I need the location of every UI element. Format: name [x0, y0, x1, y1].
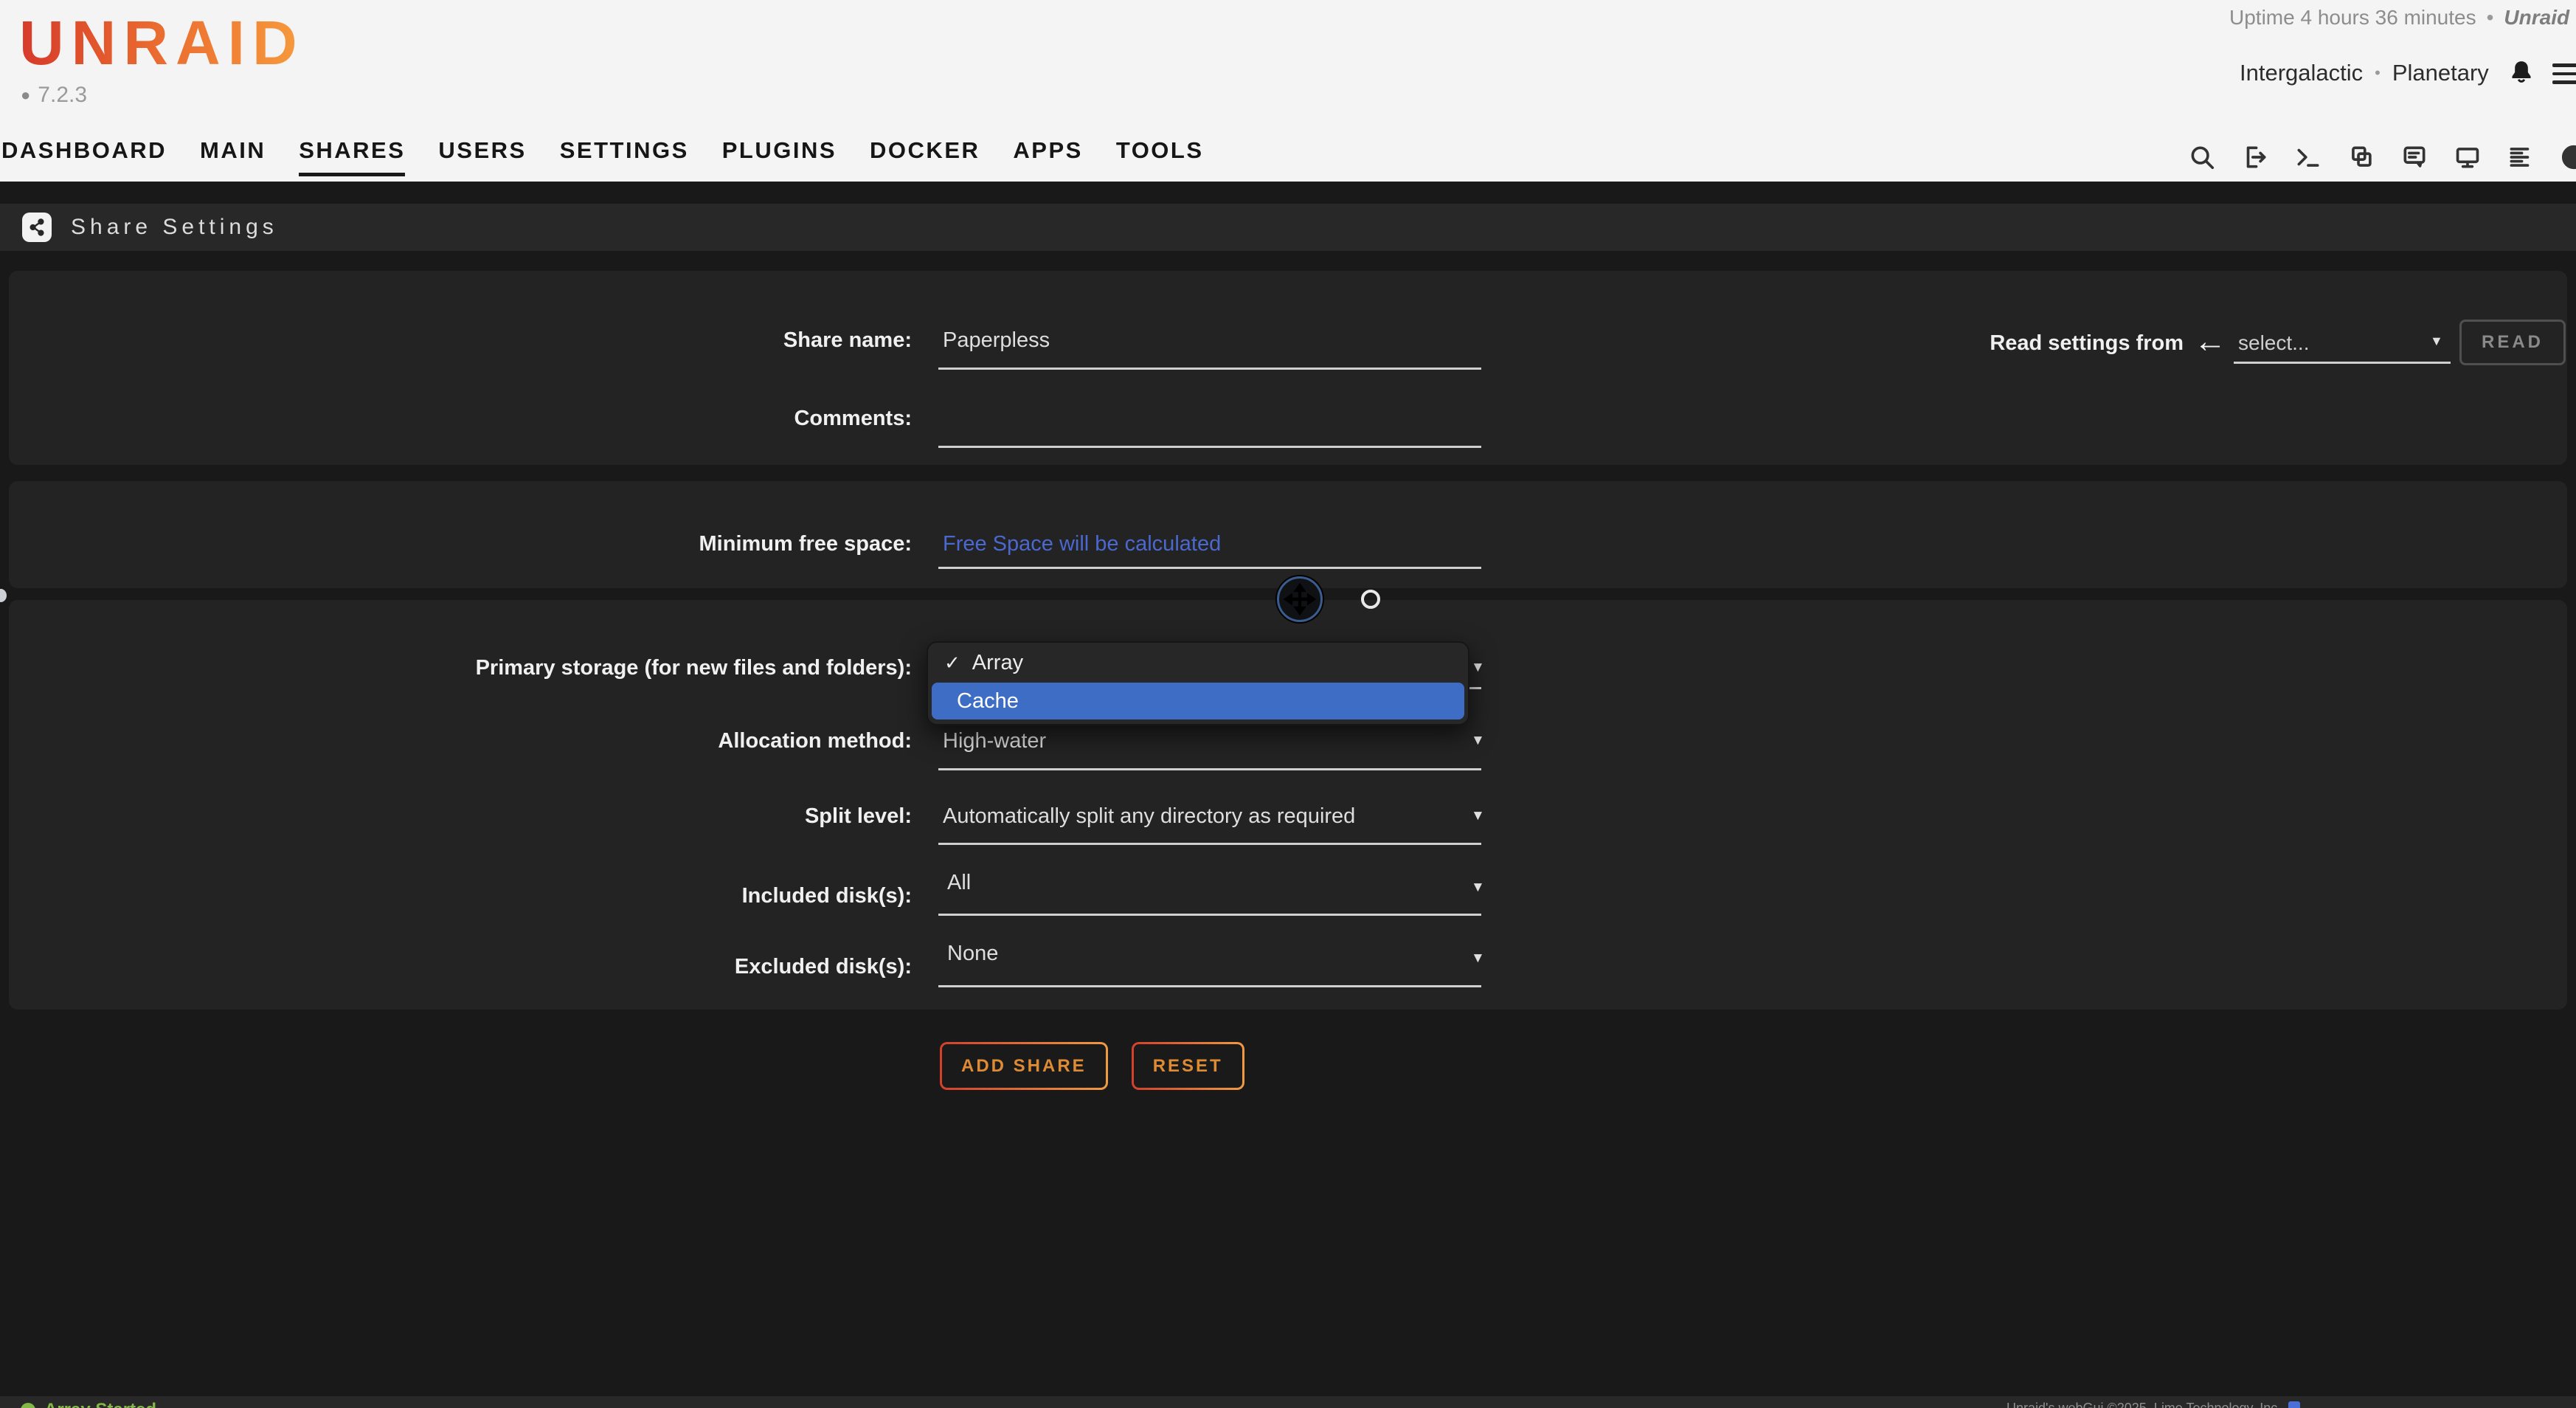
theme-icon[interactable] [2560, 143, 2576, 171]
allocation-method-label: Allocation method: [27, 728, 912, 754]
reset-button[interactable]: RESET [1132, 1042, 1244, 1090]
status-dot-icon [21, 1403, 35, 1408]
main-nav: DASHBOARD MAIN SHARES USERS SETTINGS PLU… [1, 137, 1204, 176]
read-button[interactable]: READ [2459, 320, 2566, 365]
nav-settings[interactable]: SETTINGS [560, 137, 689, 176]
split-level-underline [938, 843, 1481, 845]
reset-button-label: RESET [1134, 1044, 1242, 1088]
click-ring-overlay [1361, 590, 1380, 609]
option-cache-label: Cache [957, 689, 1019, 714]
nav-tools[interactable]: TOOLS [1116, 137, 1204, 176]
copyright-label: Unraid's webGui ©2025, Lime Technology, … [2007, 1401, 2281, 1408]
copy-icon[interactable] [2347, 143, 2375, 171]
nav-shares[interactable]: SHARES [299, 137, 405, 176]
allocation-method-underline [938, 768, 1481, 770]
version-badge: ● 7.2.3 [21, 83, 87, 108]
primary-storage-label: Primary storage (for new files and folde… [27, 655, 912, 681]
primary-storage-dropdown: ✓ Array Cache [927, 641, 1469, 725]
form-actions: ADD SHARE RESET [940, 1042, 1244, 1090]
separator-dot: • [2375, 63, 2381, 83]
unraid-logo[interactable]: UNRAID [19, 7, 305, 79]
page-title: Share Settings [71, 215, 278, 240]
nav-users[interactable]: USERS [438, 137, 526, 176]
nav-docker[interactable]: DOCKER [870, 137, 980, 176]
server-name: Intergalactic [2240, 60, 2363, 86]
back-arrow-icon: ← [2194, 323, 2226, 360]
option-array[interactable]: ✓ Array [928, 643, 1468, 683]
share-name-input[interactable]: Paperpless [943, 327, 1050, 353]
share-page-icon[interactable] [22, 213, 52, 242]
version-label: 7.2.3 [38, 83, 87, 108]
array-status[interactable]: Array Started [21, 1400, 156, 1408]
option-array-label: Array [972, 651, 1023, 675]
log-icon[interactable] [2507, 143, 2535, 171]
comments-underline [938, 446, 1481, 448]
nav-utility-icons [2188, 143, 2576, 171]
add-share-button-label: ADD SHARE [942, 1044, 1106, 1088]
chevron-down-icon: ▼ [1471, 803, 1485, 829]
share-name-underline [938, 367, 1481, 370]
excluded-disks-label: Excluded disk(s): [27, 953, 912, 980]
read-settings-select[interactable]: select... [2238, 331, 2309, 355]
server-description: Planetary [2392, 60, 2489, 86]
nav-plugins[interactable]: PLUGINS [722, 137, 837, 176]
screen-edge-marker [0, 589, 7, 602]
min-free-space-input[interactable]: Free Space will be calculated [943, 531, 1221, 557]
copyright-text: Unraid's webGui ©2025, Lime Technology, … [2007, 1401, 2300, 1408]
nav-dashboard[interactable]: DASHBOARD [1, 137, 167, 176]
share-name-label: Share name: [27, 327, 912, 353]
terminal-icon[interactable] [2294, 143, 2322, 171]
search-icon[interactable] [2188, 143, 2216, 171]
split-level-select[interactable]: Automatically split any directory as req… [943, 803, 1355, 829]
chevron-down-icon: ▼ [1471, 874, 1485, 901]
logout-icon[interactable] [2241, 143, 2269, 171]
excluded-disks-select[interactable]: None [947, 940, 998, 967]
array-status-label: Array Started [44, 1400, 156, 1408]
notifications-bell-icon[interactable] [2507, 58, 2536, 89]
separator-dot: • [2487, 6, 2494, 29]
allocation-method-select[interactable]: High-water [943, 728, 1046, 754]
excluded-disks-underline [938, 985, 1481, 987]
min-free-space-label: Minimum free space: [27, 531, 912, 557]
page-toolbar: Share Settings [0, 204, 2576, 251]
chevron-down-icon: ▼ [2430, 334, 2443, 349]
move-cursor-overlay [1277, 576, 1323, 622]
chevron-down-icon: ▼ [1471, 728, 1485, 754]
chevron-down-icon: ▼ [1471, 655, 1485, 681]
unraid-share-settings-screen: UNRAID ● 7.2.3 Uptime 4 hours 36 minutes… [0, 0, 2576, 1408]
lime-technology-icon [2288, 1401, 2300, 1408]
nav-main[interactable]: MAIN [200, 137, 266, 176]
feedback-icon[interactable] [2400, 143, 2428, 171]
option-cache[interactable]: Cache [932, 683, 1464, 719]
version-dot-icon: ● [21, 86, 30, 105]
comments-label: Comments: [27, 405, 912, 432]
app-header: UNRAID ● 7.2.3 Uptime 4 hours 36 minutes… [0, 0, 2576, 182]
min-free-space-underline [938, 567, 1481, 569]
server-identity: Intergalactic • Planetary [2240, 58, 2536, 89]
split-level-label: Split level: [27, 803, 912, 829]
nav-apps[interactable]: APPS [1013, 137, 1082, 176]
uptime-line: Uptime 4 hours 36 minutes • Unraid OS Star… [2229, 6, 2576, 30]
read-settings-label: Read settings from [1800, 330, 2184, 356]
included-disks-select[interactable]: All [947, 869, 971, 896]
monitor-icon[interactable] [2454, 143, 2482, 171]
uptime-text: Uptime 4 hours 36 minutes [2229, 6, 2476, 29]
included-disks-underline [938, 914, 1481, 916]
add-share-button[interactable]: ADD SHARE [940, 1042, 1108, 1090]
hamburger-menu-icon[interactable] [2552, 63, 2576, 89]
read-settings-underline [2234, 362, 2451, 364]
chevron-down-icon: ▼ [1471, 945, 1485, 972]
check-icon: ✓ [944, 652, 960, 674]
license-text: Unraid OS Start [2504, 6, 2576, 29]
included-disks-label: Included disk(s): [27, 883, 912, 909]
